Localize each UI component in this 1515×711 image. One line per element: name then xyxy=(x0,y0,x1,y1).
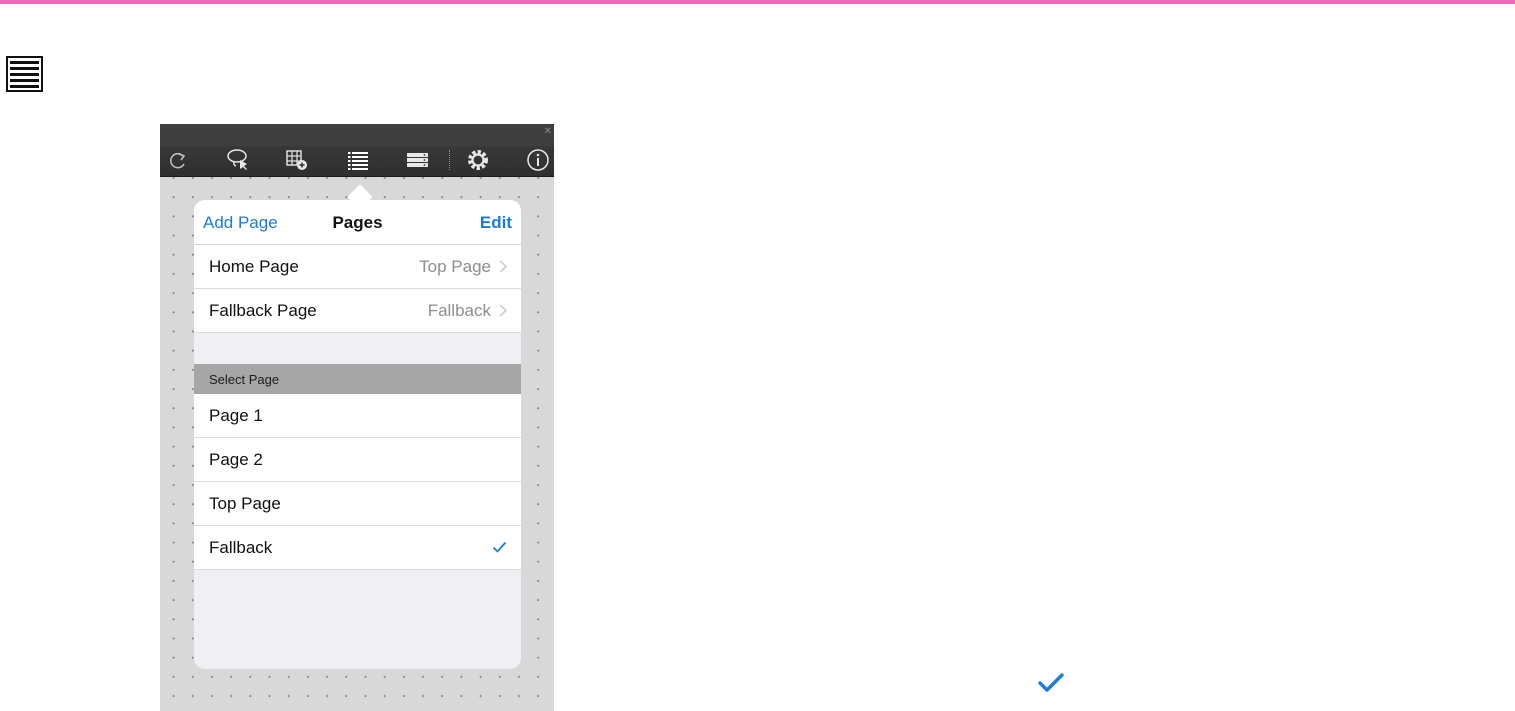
popover-header: Add Page Pages Edit xyxy=(194,200,521,245)
gear-icon[interactable] xyxy=(466,148,490,172)
add-table-icon[interactable] xyxy=(285,148,309,172)
chevron-right-icon xyxy=(499,304,507,317)
checkmark-icon xyxy=(492,541,507,553)
page-row-page-2[interactable]: Page 2 xyxy=(194,438,521,482)
pages-list-icon[interactable] xyxy=(346,148,370,172)
row-value: Top Page xyxy=(419,257,491,276)
row-label: Fallback xyxy=(209,538,273,557)
row-label: Top Page xyxy=(209,494,281,513)
pages-popover: Add Page Pages Edit Home Page Top Page F… xyxy=(194,200,521,669)
lasso-select-icon[interactable] xyxy=(226,148,250,172)
app-screenshot: ✕ Add Page Pages Edit Home Page Top Page… xyxy=(160,124,554,711)
row-label: Fallback Page xyxy=(209,301,317,320)
pages-list-icon xyxy=(6,56,43,92)
section-header-label: Select Page xyxy=(209,372,280,387)
checkmark-icon xyxy=(1038,673,1064,692)
close-icon[interactable]: ✕ xyxy=(544,127,552,137)
toolbar: ✕ xyxy=(160,124,554,177)
fallback-page-row[interactable]: Fallback Page Fallback xyxy=(194,289,521,333)
redo-icon[interactable] xyxy=(166,148,190,172)
section-header: Select Page xyxy=(194,364,521,394)
top-accent-bar xyxy=(0,0,1515,4)
edit-button[interactable]: Edit xyxy=(480,213,512,233)
page-list: Page 1 Page 2 Top Page Fallback xyxy=(194,394,521,570)
page-row-fallback[interactable]: Fallback xyxy=(194,526,521,570)
page-row-top-page[interactable]: Top Page xyxy=(194,482,521,526)
toolbar-separator xyxy=(449,150,450,170)
settings-group: Home Page Top Page Fallback Page Fallbac… xyxy=(194,245,521,333)
add-page-button[interactable]: Add Page xyxy=(203,213,278,233)
row-label: Page 1 xyxy=(209,406,263,425)
row-label: Home Page xyxy=(209,257,299,276)
chevron-right-icon xyxy=(499,260,507,273)
row-value: Fallback xyxy=(427,301,491,320)
info-icon[interactable] xyxy=(526,148,550,172)
database-icon[interactable] xyxy=(406,148,430,172)
row-label: Page 2 xyxy=(209,450,263,469)
page-row-page-1[interactable]: Page 1 xyxy=(194,394,521,438)
home-page-row[interactable]: Home Page Top Page xyxy=(194,245,521,289)
